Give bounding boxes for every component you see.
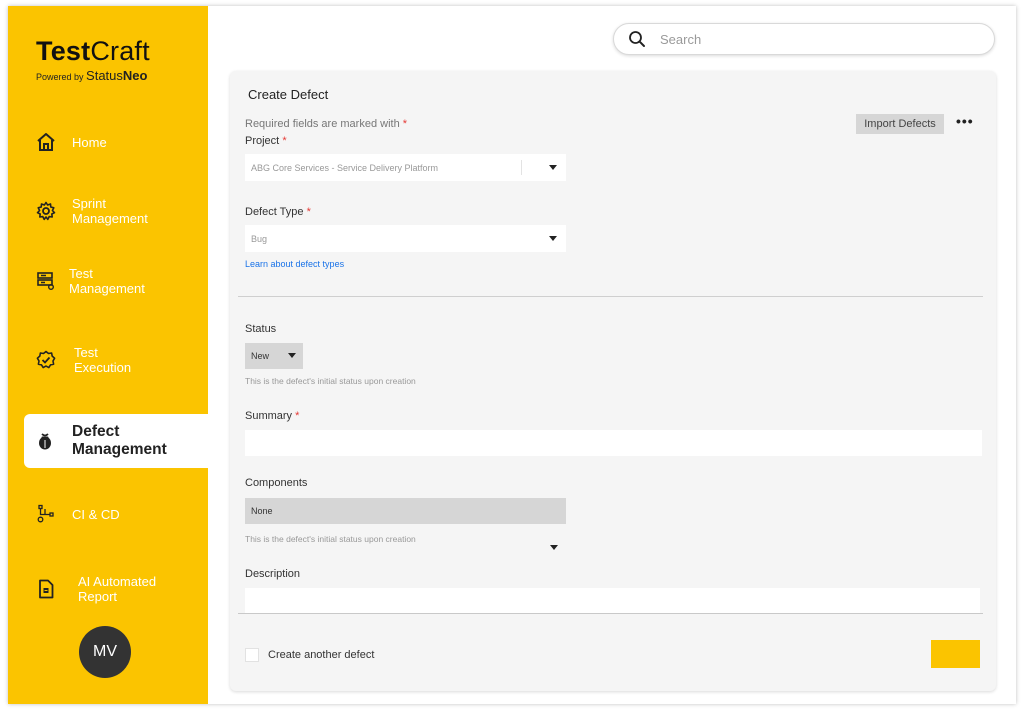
report-icon: [34, 577, 58, 601]
brand-name-light: Craft: [90, 36, 150, 66]
defect-type-label: Defect Type *: [245, 206, 311, 218]
section-divider: [238, 296, 983, 297]
project-label-text: Project: [245, 135, 280, 147]
required-note: Required fields are marked with *: [245, 118, 407, 130]
defect-type-select[interactable]: Bug: [245, 225, 566, 252]
status-select-value: New: [251, 351, 270, 361]
test-management-icon: [34, 269, 58, 293]
create-defect-panel: Create Defect Required fields are marked…: [230, 71, 996, 691]
learn-defect-types-link[interactable]: Learn about defect types: [245, 259, 344, 269]
gear-icon: [34, 199, 58, 223]
sidebar-item-sprint-management[interactable]: Sprint Management: [24, 194, 208, 228]
home-icon: [34, 130, 58, 154]
avatar[interactable]: MV: [79, 626, 131, 678]
required-star: *: [306, 206, 311, 218]
description-divider: [238, 613, 983, 614]
bug-icon: [34, 429, 58, 453]
project-label: Project *: [245, 135, 287, 147]
summary-input[interactable]: [245, 430, 982, 456]
sidebar-item-test-execution[interactable]: Test Execution: [24, 343, 208, 377]
statusneo-light: Status: [86, 68, 123, 83]
sidebar-item-ai-automated-report[interactable]: AI Automated Report: [24, 572, 208, 606]
brand-name-bold: Test: [36, 36, 91, 66]
status-hint: This is the defect's initial status upon…: [245, 376, 416, 386]
chevron-down-icon: [288, 353, 296, 358]
sidebar-item-label: Test Management: [69, 266, 145, 296]
import-defects-button[interactable]: Import Defects: [856, 114, 944, 134]
summary-label: Summary *: [245, 410, 299, 422]
test-execution-icon: [34, 348, 58, 372]
sidebar-item-ci-cd[interactable]: CI & CD: [24, 502, 208, 526]
search-bar[interactable]: [613, 23, 995, 55]
description-label: Description: [245, 568, 301, 580]
components-hint: This is the defect's initial status upon…: [245, 534, 416, 544]
required-star: *: [295, 410, 300, 422]
create-button[interactable]: [931, 640, 980, 668]
components-select-value: None: [251, 506, 273, 516]
description-input[interactable]: [245, 588, 980, 613]
select-separator: [521, 160, 522, 175]
defect-type-select-value: Bug: [251, 233, 268, 244]
more-options-icon[interactable]: •••: [956, 113, 974, 129]
sidebar-item-label: Sprint Management: [72, 196, 148, 226]
pipeline-icon: [34, 502, 58, 526]
create-another-label: Create another defect: [268, 649, 375, 661]
sidebar-item-test-management[interactable]: Test Management: [24, 264, 208, 298]
required-star: *: [402, 118, 408, 130]
status-select[interactable]: New: [245, 343, 303, 369]
sidebar-item-defect-management[interactable]: Defect Management: [24, 414, 208, 468]
project-select[interactable]: ABG Core Services - Service Delivery Pla…: [245, 154, 566, 181]
components-select[interactable]: None: [245, 498, 566, 524]
status-label: Status: [245, 323, 277, 335]
powered-by-text: Powered by: [36, 72, 84, 82]
chevron-down-icon: [549, 236, 557, 241]
sidebar-item-label: Test Execution: [74, 345, 132, 375]
create-another-checkbox[interactable]: [245, 648, 259, 662]
required-note-text: Required fields are marked with: [245, 118, 400, 130]
sidebar-item-home[interactable]: Home: [24, 130, 208, 154]
sidebar-item-label: Home: [72, 134, 107, 150]
sidebar-item-label: AI Automated Report: [78, 574, 157, 604]
chevron-down-icon[interactable]: [550, 545, 558, 550]
required-star: *: [282, 135, 287, 147]
brand-powered-by: Powered by StatusNeo: [36, 68, 150, 83]
brand-name: TestCraft: [36, 36, 150, 67]
sidebar-item-label: Defect Management: [72, 423, 167, 458]
project-select-value: ABG Core Services - Service Delivery Pla…: [251, 162, 439, 173]
sidebar-item-label: CI & CD: [72, 506, 120, 522]
app-window: TestCraft Powered by StatusNeo Home Spri…: [8, 6, 1016, 704]
sidebar: TestCraft Powered by StatusNeo Home Spri…: [8, 6, 208, 704]
page-title: Create Defect: [248, 87, 329, 102]
statusneo-bold: Neo: [122, 68, 148, 83]
brand-logo: TestCraft Powered by StatusNeo: [36, 36, 150, 83]
components-label: Components: [245, 477, 308, 489]
search-icon: [628, 30, 646, 48]
chevron-down-icon: [549, 165, 557, 170]
summary-label-text: Summary: [245, 410, 293, 422]
search-input[interactable]: [660, 31, 960, 47]
defect-type-label-text: Defect Type: [245, 206, 304, 218]
